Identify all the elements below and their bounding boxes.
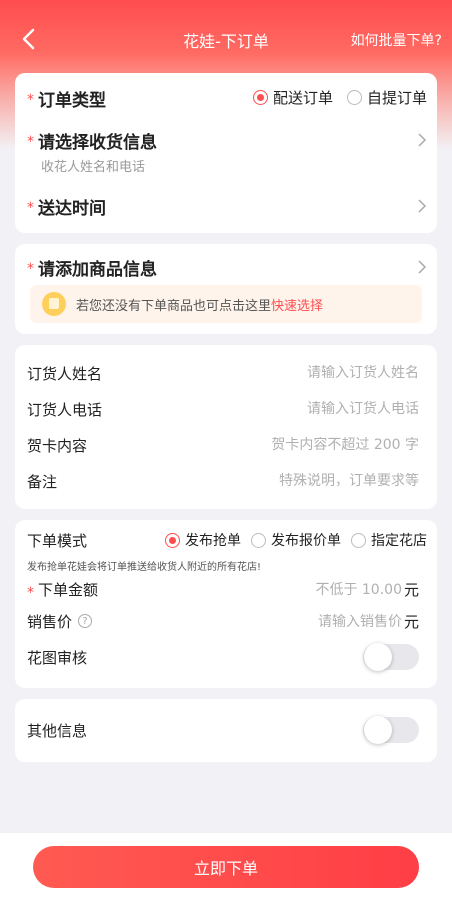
toggle-knob xyxy=(364,716,392,744)
order-mode-radio-group: 发布抢单 发布报价单 指定花店 xyxy=(165,530,427,550)
remark-row: 备注 xyxy=(27,463,419,499)
required-mark: * xyxy=(27,200,34,216)
radio-unselected-icon xyxy=(346,90,362,105)
toggle-knob xyxy=(364,643,392,671)
quick-select-tip: 若您还没有下单商品也可点击这里 快速选择 xyxy=(30,285,422,323)
required-mark: * xyxy=(27,134,34,150)
radio-selected-icon xyxy=(252,90,268,105)
required-mark: * xyxy=(27,92,34,108)
order-type-label: 订单类型 xyxy=(38,90,106,111)
radio-quote-order[interactable]: 发布报价单 xyxy=(251,530,341,550)
currency-unit: 元 xyxy=(403,612,419,631)
batch-order-link[interactable]: 如何批量下单? xyxy=(351,30,442,50)
nav-bar: 花娃-下订单 如何批量下单? xyxy=(0,18,452,62)
sale-price-label: 销售价 ? xyxy=(27,611,93,632)
other-info-card: 其他信息 xyxy=(15,699,437,762)
remark-label: 备注 xyxy=(27,472,58,491)
receiver-row[interactable]: * 请选择收货信息 xyxy=(27,127,425,153)
goods-card: * 请添加商品信息 若您还没有下单商品也可点击这里 快速选择 xyxy=(15,244,437,334)
chevron-right-icon[interactable] xyxy=(417,132,427,148)
radio-grab-order[interactable]: 发布抢单 xyxy=(165,530,241,550)
box-icon xyxy=(42,292,66,316)
image-review-label: 花图审核 xyxy=(27,648,88,667)
order-amount-field[interactable]: 不低于 10.00 元 xyxy=(315,579,419,600)
order-amount-row: * 下单金额 不低于 10.00 元 xyxy=(27,571,419,607)
orderer-name-input[interactable] xyxy=(199,365,419,381)
sale-price-placeholder: 请输入销售价 xyxy=(317,614,402,630)
radio-delivery-order[interactable]: 配送订单 xyxy=(252,87,333,108)
receiver-label: 请选择收货信息 xyxy=(38,132,157,153)
card-content-label: 贺卡内容 xyxy=(27,436,88,455)
radio-unselected-icon xyxy=(251,532,266,548)
receiver-placeholder[interactable]: 收花人姓名和电话 xyxy=(41,156,145,175)
card-content-row: 贺卡内容 xyxy=(27,427,419,463)
other-info-toggle[interactable] xyxy=(363,716,419,744)
orderer-phone-row: 订货人电话 xyxy=(27,391,419,427)
image-review-row: 花图审核 xyxy=(27,639,419,675)
other-info-label: 其他信息 xyxy=(27,721,88,740)
order-amount-placeholder: 不低于 10.00 xyxy=(315,582,402,598)
tip-text: 若您还没有下单商品也可点击这里 xyxy=(76,298,272,314)
order-mode-label: 下单模式 xyxy=(27,531,88,550)
order-type-radio-group: 配送订单 自提订单 xyxy=(252,87,427,108)
remark-input[interactable] xyxy=(199,473,419,489)
image-review-toggle[interactable] xyxy=(363,643,419,671)
chevron-right-icon[interactable] xyxy=(417,259,427,275)
radio-designated-shop[interactable]: 指定花店 xyxy=(351,530,427,550)
quick-select-link[interactable]: 快速选择 xyxy=(271,295,323,314)
orderer-name-label: 订货人姓名 xyxy=(27,364,103,383)
orderer-phone-input[interactable] xyxy=(199,401,419,417)
radio-selected-icon xyxy=(165,532,180,548)
required-mark: * xyxy=(27,261,34,277)
radio-unselected-icon xyxy=(351,532,366,548)
delivery-card: * 订单类型 配送订单 自提订单 * 请选择收货信息 收花人姓名和电话 * 送达… xyxy=(15,73,437,233)
sale-price-field[interactable]: 请输入销售价 元 xyxy=(318,611,419,632)
delivery-time-row[interactable]: * 送达时间 xyxy=(27,193,425,219)
submit-order-button[interactable]: 立即下单 xyxy=(33,846,419,888)
currency-unit: 元 xyxy=(403,580,419,599)
order-mode-card: 下单模式 发布抢单 发布报价单 指定花店 发布抢单花娃会将订单推送给收货人附近的… xyxy=(15,520,437,688)
orderer-card: 订货人姓名 订货人电话 贺卡内容 备注 xyxy=(15,345,437,509)
card-content-input[interactable] xyxy=(199,437,419,453)
sale-price-row: 销售价 ? 请输入销售价 元 xyxy=(27,603,419,639)
delivery-time-label: 送达时间 xyxy=(38,198,106,219)
chevron-right-icon[interactable] xyxy=(417,198,427,214)
other-info-row: 其他信息 xyxy=(27,712,419,748)
radio-pickup-order[interactable]: 自提订单 xyxy=(346,87,427,108)
orderer-name-row: 订货人姓名 xyxy=(27,355,419,391)
add-goods-label: 请添加商品信息 xyxy=(38,259,157,280)
bottom-bar: 立即下单 xyxy=(0,833,452,918)
add-goods-row[interactable]: * 请添加商品信息 xyxy=(27,254,425,280)
orderer-phone-label: 订货人电话 xyxy=(27,400,103,419)
order-mode-row: 下单模式 发布抢单 发布报价单 指定花店 xyxy=(27,522,427,558)
help-icon[interactable]: ? xyxy=(78,614,93,628)
order-amount-label: * 下单金额 xyxy=(27,580,99,601)
